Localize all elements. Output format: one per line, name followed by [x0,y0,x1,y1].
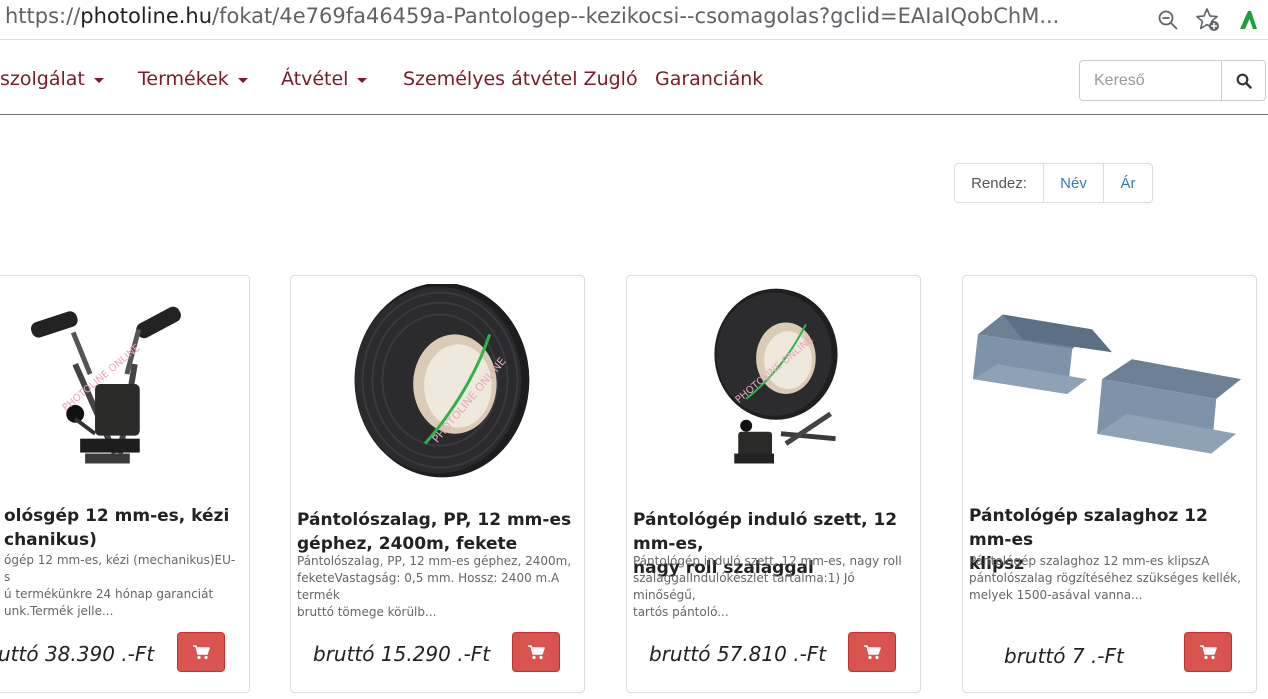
product-price: uttó 38.390 .-Ft [0,642,155,666]
menu-item-label: Termékek [138,68,229,90]
menu-item-label: Garanciánk [655,68,764,90]
zoom-out-icon[interactable] [1148,2,1188,38]
menu-item-szolgalat[interactable]: szolgálat [0,68,104,90]
product-description-line: Pántológép szalaghoz 12 mm-es klipszA [969,554,1210,568]
add-to-cart-button[interactable] [1184,632,1232,672]
url-prefix: https:// [5,4,81,28]
product-description-line: tartós pántoló... [633,605,729,619]
caret-down-icon [93,77,104,83]
product-description-line: melyek 1500-asával vanna... [969,588,1143,602]
menu-item-atvetel[interactable]: Átvétel [281,68,368,90]
product-description-line: feketeVastagság: 0,5 mm. Hossz: 2400 m.A… [297,571,560,602]
product-card[interactable]: PHOTOLINE ONLINE Pántolószalag, PP, 12 m… [290,275,585,693]
product-title-line: chanikus) [4,530,97,550]
product-image-strapping-tool[interactable]: PHOTOLINE ONLINE [0,284,249,494]
product-description-line: unk.Termék jelle... [4,604,114,618]
product-description-line: Pántolószalag, PP, 12 mm-es géphez, 2400… [297,554,572,568]
sort-label: Rendez: [955,164,1044,202]
main-navigation: szolgálat Termékek Átvétel Személyes átv… [0,40,1268,115]
menu-item-garanciank[interactable]: Garanciánk [655,68,763,90]
shopping-cart-icon [193,645,210,660]
product-description: Pántológép induló szett, 12 mm-es, nagy … [633,553,912,621]
add-to-cart-button[interactable] [177,632,225,672]
product-image-clips[interactable] [963,284,1256,494]
product-description-line: ú termékünkre 24 hónap garanciát [4,587,214,601]
search-icon [1236,73,1252,89]
sort-by-price-button[interactable]: Ár [1104,164,1152,202]
menu-item-label: szolgálat [0,68,85,90]
extension-logo-icon[interactable] [1228,2,1268,38]
sort-control: Rendez: Név Ár [954,163,1153,203]
menu-item-label: Személyes átvétel Zugló [403,68,638,90]
product-title-line: Pántológép szalaghoz 12 mm-es [969,506,1208,550]
product-description-line: bruttó tömege körülb... [297,605,437,619]
url-text[interactable]: https://photoline.hu/fokat/4e769fa46459a… [5,4,1090,28]
product-description: ógép 12 mm-es, kézi (mechanikus)EU-s ú t… [0,552,241,620]
product-title-line: Pántológép induló szett, 12 mm-es, [633,510,898,554]
product-card[interactable]: PHOTOLINE ONLINE Pántológép induló szett… [626,275,921,693]
product-title-line: olósgép 12 mm-es, kézi [4,506,230,526]
url-path: /fokat/4e769fa46459a-Pantologep--kezikoc… [212,4,1060,28]
product-price: bruttó 7 .-Ft [1004,644,1124,668]
shopping-cart-icon [1200,645,1217,660]
menu-item-szemelyes-atvetel[interactable]: Személyes átvétel Zugló [403,68,638,90]
add-to-cart-button[interactable] [512,632,560,672]
sort-by-name-button[interactable]: Név [1044,164,1104,202]
search-input[interactable] [1079,60,1221,101]
product-description-line: szalaggalIndulókészlet tartalma:1) Jó mi… [633,571,855,602]
product-title[interactable]: Pántolószalag, PP, 12 mm-es géphez, 2400… [297,508,576,556]
menu-item-label: Átvétel [281,68,349,90]
product-description: Pántolószalag, PP, 12 mm-es géphez, 2400… [297,553,576,621]
product-card[interactable]: Pántológép szalaghoz 12 mm-es klipsz Pán… [962,275,1257,693]
bookmark-add-star-icon[interactable] [1188,2,1228,38]
browser-address-bar[interactable]: https://photoline.hu/fokat/4e769fa46459a… [0,0,1268,40]
shopping-cart-icon [864,645,881,660]
product-title-line: Pántolószalag, PP, 12 mm-es [297,510,572,530]
add-to-cart-button[interactable] [848,632,896,672]
search-button[interactable] [1221,60,1266,101]
product-description-line: Pántológép induló szett, 12 mm-es, nagy … [633,554,902,568]
product-price: bruttó 57.810 .-Ft [649,642,827,666]
product-title[interactable]: olósgép 12 mm-es, kézi chanikus) [0,504,241,552]
product-description: Pántológép szalaghoz 12 mm-es klipszA pá… [969,553,1248,604]
product-card[interactable]: PHOTOLINE ONLINE olósgép 12 mm-es, kézi … [0,275,250,693]
menu-item-termekek[interactable]: Termékek [138,68,248,90]
product-description-line: ógép 12 mm-es, kézi (mechanikus)EU-s [4,553,236,584]
caret-down-icon [237,77,248,83]
shopping-cart-icon [528,645,545,660]
search-form [1079,60,1266,101]
product-description-line: pántolószalag rögzítéséhez szükséges kel… [969,571,1241,585]
url-host: photoline.hu [80,4,213,28]
product-price: bruttó 15.290 .-Ft [313,642,491,666]
product-image-strapping-roll[interactable]: PHOTOLINE ONLINE [291,284,584,494]
product-image-starter-set[interactable]: PHOTOLINE ONLINE [627,284,920,494]
caret-down-icon [357,77,368,83]
